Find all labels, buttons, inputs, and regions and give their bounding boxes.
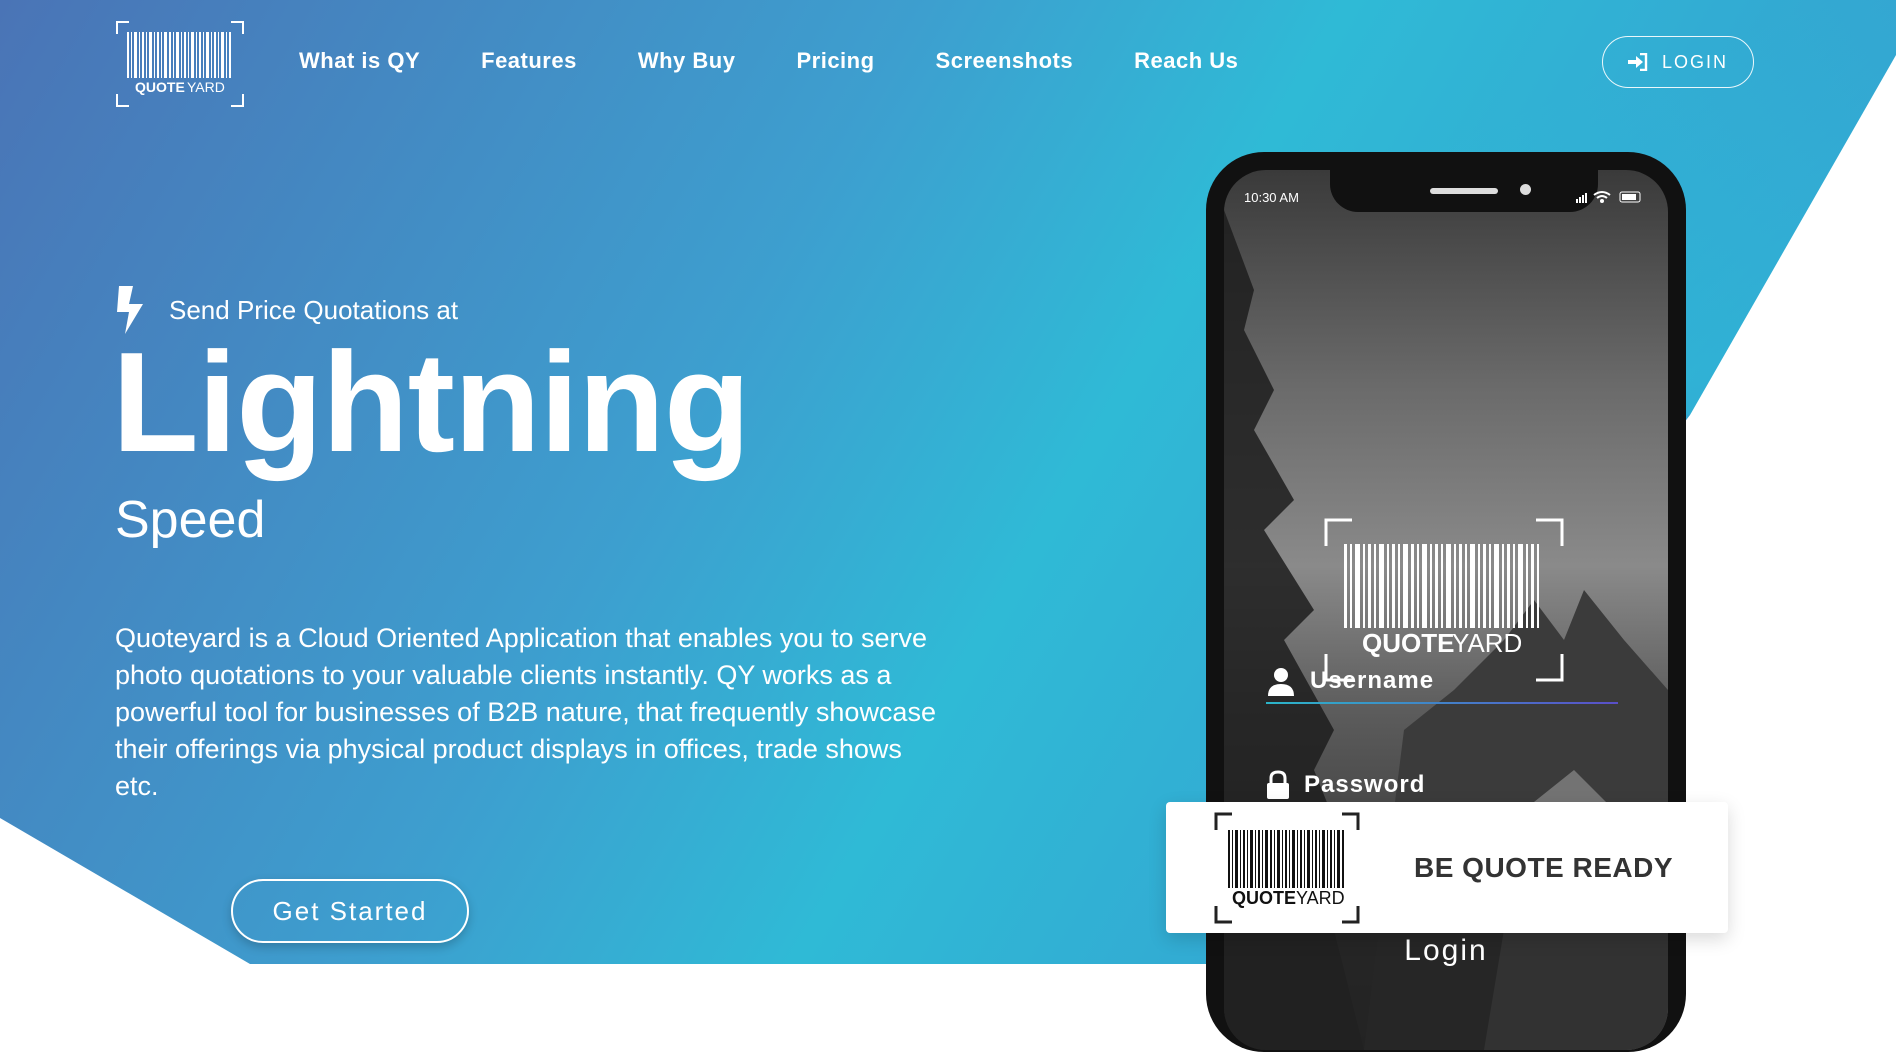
phone-logo-word-quote: QUOTE — [1362, 628, 1454, 658]
tagline-text: Send Price Quotations at — [169, 294, 459, 325]
main-nav: What is QY Features Why Buy Pricing Scre… — [299, 48, 1299, 74]
login-button-label: LOGIN — [1661, 51, 1728, 72]
phone-logo-word-yard: YARD — [1452, 628, 1522, 658]
phone-time: 10:30 AM — [1244, 190, 1299, 205]
password-label: Password — [1304, 771, 1426, 798]
brand-logo[interactable]: QUOTE YARD — [115, 20, 245, 108]
phone-brand-logo: QUOTE YARD — [1324, 518, 1564, 682]
card-logo-word-quote: QUOTE — [1232, 888, 1296, 908]
hero-headline: Lightning — [112, 323, 751, 482]
logo-word-quote: QUOTE — [135, 79, 185, 95]
get-started-button[interactable]: Get Started — [231, 879, 469, 943]
lock-icon — [1267, 770, 1289, 799]
nav-what-is-qy[interactable]: What is QY — [299, 48, 420, 74]
sign-in-icon — [1627, 53, 1648, 71]
card-logo-word-yard: YARD — [1296, 888, 1345, 908]
username-field[interactable]: Username — [1266, 666, 1616, 696]
username-label: Username — [1310, 667, 1435, 694]
nav-features[interactable]: Features — [481, 48, 577, 74]
username-underline — [1266, 702, 1618, 704]
signal-wifi-battery-icon — [1576, 191, 1641, 203]
hero-subheadline: Speed — [115, 491, 266, 549]
status-icons — [1576, 190, 1646, 207]
nav-why-buy[interactable]: Why Buy — [638, 48, 736, 74]
hero-description: Quoteyard is a Cloud Oriented Applicatio… — [115, 623, 936, 801]
nav-reach-us[interactable]: Reach Us — [1134, 48, 1238, 74]
phone-login-button[interactable]: Login — [1224, 934, 1668, 968]
front-camera — [1520, 184, 1531, 195]
speaker-grille — [1430, 188, 1498, 194]
phone-notch — [1330, 170, 1598, 212]
card-brand-logo: QUOTE YARD — [1214, 812, 1360, 924]
user-icon — [1268, 668, 1294, 696]
logo-word-yard: YARD — [187, 79, 225, 95]
nav-screenshots[interactable]: Screenshots — [936, 48, 1074, 74]
nav-pricing[interactable]: Pricing — [796, 48, 874, 74]
card-slogan: BE QUOTE READY — [1414, 852, 1674, 883]
login-button[interactable]: LOGIN — [1602, 36, 1754, 88]
be-quote-ready-card: QUOTE YARD BE QUOTE READY — [1166, 802, 1728, 933]
password-field[interactable]: Password — [1266, 770, 1616, 800]
